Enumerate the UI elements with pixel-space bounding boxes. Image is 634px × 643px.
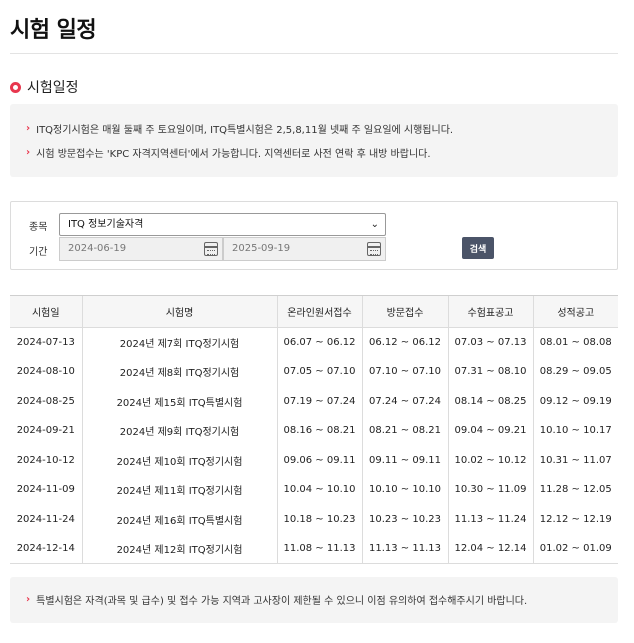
- header-visit-application: 방문접수: [361, 295, 448, 328]
- period-label: 기간: [29, 247, 48, 258]
- header-admission-ticket: 수험표공고: [447, 295, 533, 328]
- cell-exam-name: 2024년 제9회 ITQ정기시험: [81, 416, 277, 446]
- cell-online-application: 10.04 ~ 10.10: [276, 475, 362, 505]
- section-header: 시험일정: [10, 77, 79, 97]
- header-online-application: 온라인원서접수: [276, 295, 362, 328]
- cell-online-application: 11.08 ~ 11.13: [276, 534, 362, 564]
- header-score-announcement: 성적공고: [532, 295, 618, 328]
- cell-score-announcement: 01.02 ~ 01.09: [532, 534, 618, 564]
- cell-exam-date: 2024-07-13: [16, 337, 75, 348]
- footnote-box: › 특별시험은 자격(과목 및 급수) 및 접수 가능 지역과 고사장이 제한될…: [10, 577, 618, 623]
- cell-visit-application: 07.10 ~ 07.10: [361, 357, 448, 387]
- cell-exam-name: 2024년 제7회 ITQ정기시험: [81, 327, 277, 357]
- cell-visit-application: 06.12 ~ 06.12: [361, 327, 448, 357]
- cell-score-announcement: 10.31 ~ 11.07: [532, 445, 618, 475]
- cell-exam-name: 2024년 제8회 ITQ정기시험: [81, 357, 277, 387]
- cell-online-application: 07.05 ~ 07.10: [276, 357, 362, 387]
- table-row: 2024-09-21 2024년 제9회 ITQ정기시험 08.16 ~ 08.…: [10, 416, 618, 446]
- cell-score-announcement: 09.12 ~ 09.19: [532, 386, 618, 416]
- cell-admission-ticket: 08.14 ~ 08.25: [447, 386, 533, 416]
- cell-exam-date: 2024-08-25: [16, 395, 75, 407]
- cell-admission-ticket: 10.02 ~ 10.12: [447, 445, 533, 475]
- cell-visit-application: 11.13 ~ 11.13: [361, 534, 448, 564]
- cell-admission-ticket: 12.04 ~ 12.14: [447, 534, 533, 564]
- notice-item: › ITQ정기시험은 매월 둘째 주 토요일이며, ITQ특별시험은 2,5,8…: [26, 122, 602, 136]
- cell-exam-date: 2024-12-14: [10, 534, 82, 564]
- cell-score-announcement: 11.28 ~ 12.05: [532, 475, 618, 505]
- cell-score-announcement: 08.29 ~ 09.05: [532, 357, 618, 387]
- footnote-item: › 특별시험은 자격(과목 및 급수) 및 접수 가능 지역과 고사장이 제한될…: [26, 593, 602, 607]
- cell-admission-ticket: 10.30 ~ 11.09: [447, 475, 533, 505]
- page-title: 시험 일정: [10, 18, 97, 43]
- table-row: 2024-10-12 2024년 제10회 ITQ정기시험 09.06 ~ 09…: [10, 445, 618, 475]
- table-row: 2024-11-09 2024년 제11회 ITQ정기시험 10.04 ~ 10…: [10, 475, 618, 505]
- notice-box: › ITQ정기시험은 매월 둘째 주 토요일이며, ITQ특별시험은 2,5,8…: [10, 104, 618, 177]
- cell-exam-name: 2024년 제12회 ITQ정기시험: [81, 534, 277, 564]
- date-from-value: 2024-06-19: [68, 243, 127, 254]
- notice-item: › 시험 방문접수는 'KPC 자격지역센터'에서 가능합니다. 지역센터로 사…: [26, 146, 602, 160]
- cell-visit-application: 08.21 ~ 08.21: [361, 416, 448, 446]
- chevron-right-icon: ›: [26, 122, 31, 134]
- calendar-icon[interactable]: [204, 242, 218, 256]
- table-header-row: 시험일 시험명 온라인원서접수 방문접수 수험표공고 성적공고: [10, 295, 618, 328]
- schedule-table: 시험일 시험명 온라인원서접수 방문접수 수험표공고 성적공고 2024-07-…: [10, 295, 618, 564]
- table-row: 2024-07-13 2024년 제7회 ITQ정기시험 06.07 ~ 06.…: [10, 327, 618, 357]
- calendar-icon[interactable]: [367, 242, 381, 256]
- cell-exam-name: 2024년 제15회 ITQ특별시험: [81, 386, 277, 416]
- date-to-value: 2025-09-19: [232, 243, 291, 254]
- cell-visit-application: 10.10 ~ 10.10: [361, 475, 448, 505]
- category-select-value: ITQ 정보기술자격: [68, 219, 144, 230]
- cell-score-announcement: 12.12 ~ 12.19: [532, 504, 618, 534]
- cell-admission-ticket: 07.03 ~ 07.13: [447, 327, 533, 357]
- title-divider: [10, 53, 618, 54]
- cell-exam-name: 2024년 제11회 ITQ정기시험: [81, 475, 277, 505]
- date-from-input[interactable]: 2024-06-19: [59, 237, 223, 261]
- chevron-right-icon: ›: [26, 593, 31, 605]
- category-select[interactable]: ITQ 정보기술자격 ⌄: [59, 213, 386, 236]
- category-label: 종목: [29, 222, 48, 233]
- search-button[interactable]: 검색: [462, 237, 494, 259]
- cell-exam-name: 2024년 제16회 ITQ특별시험: [81, 504, 277, 534]
- notice-text: ITQ정기시험은 매월 둘째 주 토요일이며, ITQ특별시험은 2,5,8,1…: [36, 124, 454, 136]
- table-row: 2024-08-10 2024년 제8회 ITQ정기시험 07.05 ~ 07.…: [10, 357, 618, 387]
- cell-online-application: 06.07 ~ 06.12: [276, 327, 362, 357]
- cell-admission-ticket: 11.13 ~ 11.24: [447, 504, 533, 534]
- cell-score-announcement: 10.10 ~ 10.17: [532, 416, 618, 446]
- footnote-text: 특별시험은 자격(과목 및 급수) 및 접수 가능 지역과 고사장이 제한될 수…: [36, 595, 528, 607]
- chevron-right-icon: ›: [26, 146, 31, 158]
- cell-online-application: 07.19 ~ 07.24: [276, 386, 362, 416]
- cell-visit-application: 09.11 ~ 09.11: [361, 445, 448, 475]
- chevron-down-icon: ⌄: [370, 219, 379, 230]
- cell-online-application: 08.16 ~ 08.21: [276, 416, 362, 446]
- cell-exam-date: 2024-11-09: [16, 484, 75, 496]
- table-row: 2024-11-24 2024년 제16회 ITQ특별시험 10.18 ~ 10…: [10, 504, 618, 534]
- cell-exam-date: 2024-11-24: [16, 513, 75, 525]
- cell-visit-application: 10.23 ~ 10.23: [361, 504, 448, 534]
- cell-admission-ticket: 09.04 ~ 09.21: [447, 416, 533, 446]
- notice-text: 시험 방문접수는 'KPC 자격지역센터'에서 가능합니다. 지역센터로 사전 …: [36, 148, 431, 160]
- header-exam-name: 시험명: [81, 295, 277, 328]
- cell-visit-application: 07.24 ~ 07.24: [361, 386, 448, 416]
- ring-icon: [10, 81, 21, 93]
- cell-online-application: 09.06 ~ 09.11: [276, 445, 362, 475]
- cell-exam-name: 2024년 제10회 ITQ정기시험: [81, 445, 277, 475]
- cell-exam-date: 2024-08-10: [16, 366, 75, 378]
- cell-exam-date: 2024-10-12: [16, 454, 75, 466]
- cell-score-announcement: 08.01 ~ 08.08: [532, 327, 618, 357]
- search-filter: 종목 ITQ 정보기술자격 ⌄ 기간 2024-06-19 2025-09-19…: [10, 201, 618, 270]
- header-exam-date: 시험일: [10, 295, 82, 328]
- table-row: 2024-12-14 2024년 제12회 ITQ정기시험 11.08 ~ 11…: [10, 534, 618, 564]
- table-row: 2024-08-25 2024년 제15회 ITQ특별시험 07.19 ~ 07…: [10, 386, 618, 416]
- date-to-input[interactable]: 2025-09-19: [223, 237, 386, 261]
- cell-admission-ticket: 07.31 ~ 08.10: [447, 357, 533, 387]
- cell-exam-date: 2024-09-21: [16, 425, 75, 437]
- cell-online-application: 10.18 ~ 10.23: [276, 504, 362, 534]
- section-title: 시험일정: [27, 80, 79, 96]
